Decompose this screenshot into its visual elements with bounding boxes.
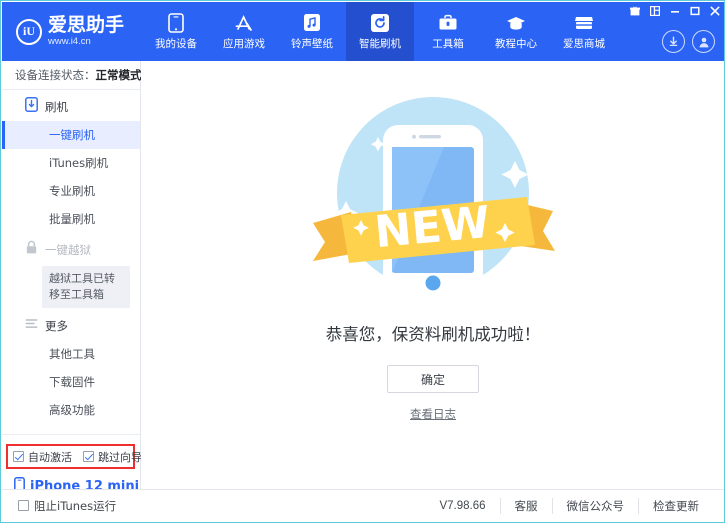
sidebar-group-label: 刷机 xyxy=(45,99,68,115)
sidebar-item-batch-flash[interactable]: 批量刷机 xyxy=(2,205,140,233)
checkbox-box[interactable] xyxy=(83,451,94,462)
app-header: iU 爱思助手 www.i4.cn 我的设备 应用游戏 xyxy=(2,2,725,61)
sidebar-group-more[interactable]: 更多 xyxy=(2,312,140,340)
logo-badge-icon: iU xyxy=(16,19,42,45)
logo-text: 爱思助手 www.i4.cn xyxy=(48,16,124,47)
lock-icon xyxy=(25,240,38,260)
sidebar-group-label: 一键越狱 xyxy=(45,242,91,258)
gift-icon[interactable] xyxy=(629,5,640,16)
window-controls xyxy=(629,5,720,16)
sidebar-item-itunes-flash[interactable]: iTunes刷机 xyxy=(2,149,140,177)
customer-service-link[interactable]: 客服 xyxy=(500,498,552,514)
sidebar-divider xyxy=(2,434,140,435)
sidebar-group-flash[interactable]: 刷机 xyxy=(2,93,140,121)
app-window: iU 爱思助手 www.i4.cn 我的设备 应用游戏 xyxy=(0,0,725,523)
logo-title: 爱思助手 xyxy=(48,16,124,35)
nav-item-toolbox[interactable]: 工具箱 xyxy=(414,2,482,61)
header-actions xyxy=(662,30,715,53)
sidebar-item-label: 下载固件 xyxy=(49,374,95,390)
check-update-link[interactable]: 检查更新 xyxy=(638,498,713,514)
user-account-icon[interactable] xyxy=(692,30,715,53)
toolbox-icon xyxy=(438,13,458,33)
nav-item-ringtones-wallpaper[interactable]: 铃声壁纸 xyxy=(278,2,346,61)
nav-label: 教程中心 xyxy=(495,36,537,51)
status-bar-right: V7.98.66 客服 微信公众号 检查更新 xyxy=(439,498,713,514)
logo-url: www.i4.cn xyxy=(48,37,124,47)
version-label: V7.98.66 xyxy=(439,500,499,512)
phone-flash-icon xyxy=(25,97,38,117)
connection-status-value: 正常模式 xyxy=(96,67,142,83)
sidebar-item-label: 高级功能 xyxy=(49,402,95,418)
sidebar-group-jailbreak: 一键越狱 xyxy=(2,236,140,264)
nav-label: 铃声壁纸 xyxy=(291,36,333,51)
nav-item-tutorial-center[interactable]: 教程中心 xyxy=(482,2,550,61)
sidebar-item-other-tools[interactable]: 其他工具 xyxy=(2,340,140,368)
checkbox-box[interactable] xyxy=(18,500,29,511)
confirm-button[interactable]: 确定 xyxy=(387,365,479,393)
flash-options-highlight: 自动激活 跳过向导 xyxy=(6,444,135,469)
connection-status: 设备连接状态：正常模式 xyxy=(2,61,140,90)
checkbox-box[interactable] xyxy=(13,451,24,462)
sidebar-group-label: 更多 xyxy=(45,318,68,334)
jailbreak-moved-tooltip: 越狱工具已转移至工具箱 xyxy=(42,266,130,308)
wechat-official-link[interactable]: 微信公众号 xyxy=(552,498,639,514)
sidebar-item-label: 一键刷机 xyxy=(49,127,95,143)
sidebar-item-one-key-flash[interactable]: 一键刷机 xyxy=(2,121,140,149)
view-log-link[interactable]: 查看日志 xyxy=(410,406,456,422)
nav-label: 我的设备 xyxy=(155,36,197,51)
connection-status-label: 设备连接状态： xyxy=(15,67,96,83)
music-box-icon xyxy=(302,13,322,33)
refresh-icon xyxy=(370,13,390,33)
checkbox-block-itunes[interactable]: 阻止iTunes运行 xyxy=(18,498,116,514)
checkbox-auto-activate[interactable]: 自动激活 xyxy=(13,449,72,465)
new-phone-badge-illustration: NEW xyxy=(283,75,583,315)
nav-label: 应用游戏 xyxy=(223,36,265,51)
store-icon xyxy=(574,13,594,33)
success-message: 恭喜您，保资料刷机成功啦！ xyxy=(326,321,541,345)
status-bar: 阻止iTunes运行 V7.98.66 客服 微信公众号 检查更新 xyxy=(2,489,725,521)
nav-item-my-device[interactable]: 我的设备 xyxy=(142,2,210,61)
svg-text:NEW: NEW xyxy=(373,197,493,258)
main-nav: 我的设备 应用游戏 铃声壁纸 智能刷机 xyxy=(142,2,618,61)
checkbox-label: 自动激活 xyxy=(28,449,72,465)
close-icon[interactable] xyxy=(709,5,720,16)
nav-item-store[interactable]: 爱思商城 xyxy=(550,2,618,61)
graduation-cap-icon xyxy=(506,13,526,33)
sidebar-item-download-firmware[interactable]: 下载固件 xyxy=(2,368,140,396)
sidebar: 设备连接状态：正常模式 刷机 一键刷机 iTunes刷机 专业刷机 批量刷机 一… xyxy=(2,61,141,491)
download-icon[interactable] xyxy=(662,30,685,53)
nav-label: 工具箱 xyxy=(432,36,464,51)
nav-item-smart-flash[interactable]: 智能刷机 xyxy=(346,2,414,61)
checkbox-label: 跳过向导 xyxy=(98,449,142,465)
sidebar-item-label: iTunes刷机 xyxy=(49,155,108,171)
main-content: NEW 恭喜您，保资料刷机成功啦！ 确定 查看日志 xyxy=(141,61,725,491)
nav-label: 智能刷机 xyxy=(359,36,401,51)
sidebar-item-label: 其他工具 xyxy=(49,346,95,362)
menu-icon[interactable] xyxy=(649,5,660,16)
app-logo[interactable]: iU 爱思助手 www.i4.cn xyxy=(2,2,134,61)
checkbox-skip-setup[interactable]: 跳过向导 xyxy=(83,449,142,465)
list-icon xyxy=(25,317,38,335)
nav-item-apps-games[interactable]: 应用游戏 xyxy=(210,2,278,61)
sidebar-item-label: 批量刷机 xyxy=(49,211,95,227)
checkbox-label: 阻止iTunes运行 xyxy=(34,498,116,514)
phone-icon xyxy=(166,13,186,33)
nav-label: 爱思商城 xyxy=(563,36,605,51)
minimize-icon[interactable] xyxy=(669,5,680,16)
sidebar-item-label: 专业刷机 xyxy=(49,183,95,199)
sidebar-item-pro-flash[interactable]: 专业刷机 xyxy=(2,177,140,205)
sidebar-item-advanced-features[interactable]: 高级功能 xyxy=(2,396,140,424)
maximize-icon[interactable] xyxy=(689,5,700,16)
appstore-icon xyxy=(234,13,254,33)
